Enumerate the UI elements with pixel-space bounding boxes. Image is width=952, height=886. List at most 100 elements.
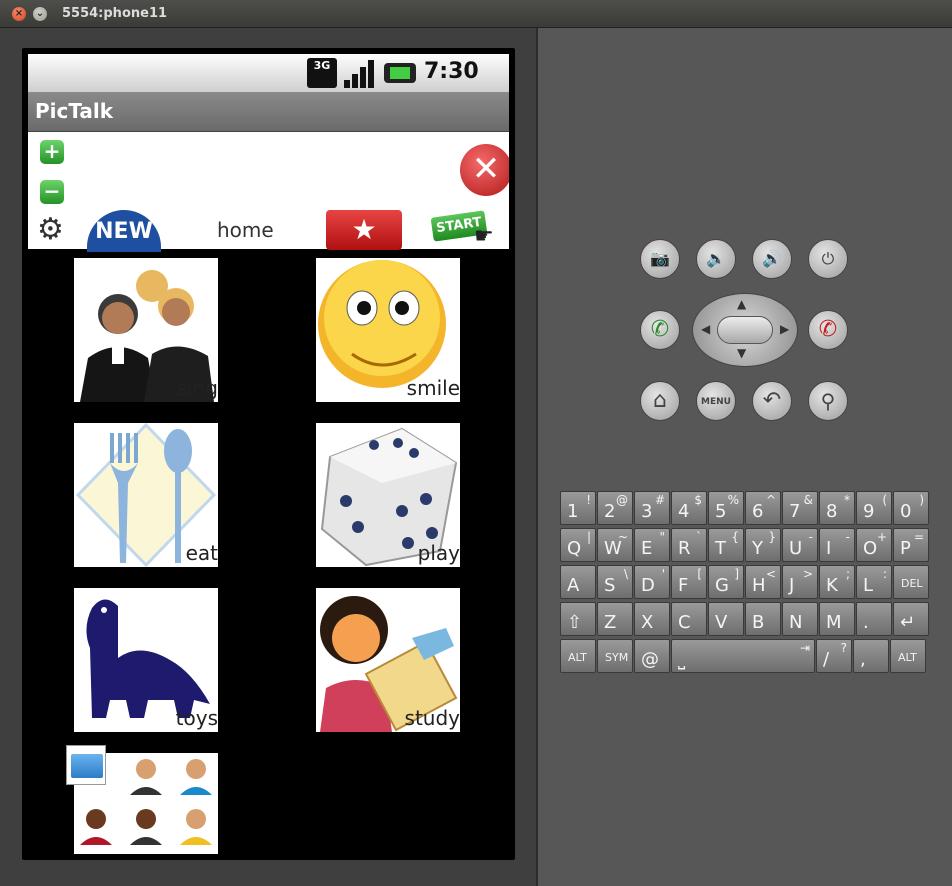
- close-button[interactable]: ✕: [460, 144, 509, 196]
- search-button[interactable]: ⚲: [808, 381, 848, 421]
- favorite-star-button[interactable]: ★: [326, 210, 402, 250]
- key-4-3[interactable]: ⎵ ⇥: [671, 639, 815, 673]
- key-main-label: 5: [715, 501, 727, 522]
- key-main-label: 0: [900, 501, 912, 522]
- volume-up-button[interactable]: 🔊: [752, 239, 792, 279]
- key-4-6[interactable]: ALT: [890, 639, 926, 673]
- camera-button[interactable]: 📷: [640, 239, 680, 279]
- android-status-bar: 3G 7:30 PM: [28, 54, 509, 107]
- tile-play[interactable]: play: [316, 423, 460, 567]
- plus-button[interactable]: +: [40, 140, 64, 164]
- key-2-6[interactable]: J >: [782, 565, 818, 599]
- key-2-3[interactable]: F[: [671, 565, 707, 599]
- new-button[interactable]: NEW: [87, 210, 161, 252]
- volume-down-button[interactable]: 🔈: [696, 239, 736, 279]
- call-button[interactable]: ✆: [640, 310, 680, 350]
- key-2-2[interactable]: D ': [634, 565, 670, 599]
- clock-time: 7:30: [424, 59, 479, 84]
- window-minimize-button[interactable]: ⌄: [33, 7, 47, 21]
- home-button[interactable]: ⌂: [640, 381, 680, 421]
- device-screen[interactable]: 3G 7:30 PM PicTalk + − ✕ ⚙ NEW home ★ ST…: [28, 54, 509, 854]
- window-close-button[interactable]: ×: [12, 7, 26, 21]
- tile-people-folder[interactable]: [66, 745, 218, 854]
- key-alt-label: [: [697, 567, 702, 581]
- key-alt-label: <: [765, 567, 776, 581]
- key-2-9[interactable]: DEL: [893, 565, 929, 599]
- key-0-4[interactable]: 5%: [708, 491, 744, 525]
- tile-eat[interactable]: eat: [74, 423, 218, 567]
- key-main-label: S: [604, 575, 616, 596]
- key-1-3[interactable]: R `: [671, 528, 707, 562]
- key-3-6[interactable]: N: [782, 602, 818, 636]
- app-title-bar: PicTalk: [28, 92, 509, 132]
- key-1-8[interactable]: O +: [856, 528, 892, 562]
- key-main-label: Y: [752, 538, 763, 559]
- dpad-up-arrow[interactable]: ▲: [737, 297, 746, 311]
- dpad-down-arrow[interactable]: ▼: [737, 346, 746, 360]
- menu-button[interactable]: MENU: [696, 381, 736, 421]
- key-main-label: Q: [567, 538, 582, 559]
- key-3-5[interactable]: B: [745, 602, 781, 636]
- key-1-1[interactable]: W ~: [597, 528, 633, 562]
- key-1-6[interactable]: U-: [782, 528, 818, 562]
- key-1-2[interactable]: E ": [634, 528, 670, 562]
- key-0-8[interactable]: 9(: [856, 491, 892, 525]
- key-3-1[interactable]: Z: [597, 602, 633, 636]
- key-0-0[interactable]: 1!: [560, 491, 596, 525]
- dpad-center-button[interactable]: [717, 316, 773, 344]
- key-0-3[interactable]: 4 $: [671, 491, 707, 525]
- key-3-8[interactable]: .: [856, 602, 892, 636]
- key-2-4[interactable]: G]: [708, 565, 744, 599]
- tile-smile[interactable]: smile: [316, 258, 460, 402]
- tile-study[interactable]: study: [316, 588, 460, 732]
- key-0-6[interactable]: 7 &: [782, 491, 818, 525]
- key-4-1[interactable]: SYM: [597, 639, 633, 673]
- window-title: 5554:phone11: [62, 6, 168, 21]
- key-2-7[interactable]: K;: [819, 565, 855, 599]
- power-button[interactable]: ⏻: [808, 239, 848, 279]
- tile-toys[interactable]: toys: [74, 588, 218, 732]
- key-0-2[interactable]: 3 #: [634, 491, 670, 525]
- key-main-label: ⇧: [567, 612, 583, 633]
- minus-button[interactable]: −: [40, 180, 64, 204]
- key-1-5[interactable]: Y}: [745, 528, 781, 562]
- tile-label: toys: [175, 706, 218, 730]
- key-3-9[interactable]: ↵: [893, 602, 929, 636]
- key-1-4[interactable]: T{: [708, 528, 744, 562]
- key-4-2[interactable]: @: [634, 639, 670, 673]
- key-0-9[interactable]: 0): [893, 491, 929, 525]
- key-4-0[interactable]: ALT: [560, 639, 596, 673]
- key-0-7[interactable]: 8 *: [819, 491, 855, 525]
- key-alt-label: ": [659, 530, 665, 544]
- key-3-0[interactable]: ⇧: [560, 602, 596, 636]
- key-alt-label: =: [913, 530, 924, 544]
- key-main-label: 9: [863, 501, 875, 522]
- key-4-4[interactable]: /?: [816, 639, 852, 673]
- key-main-label: J: [789, 575, 795, 596]
- key-0-1[interactable]: 2 @: [597, 491, 633, 525]
- key-main-label: H: [752, 575, 766, 596]
- key-3-7[interactable]: M: [819, 602, 855, 636]
- key-1-0[interactable]: Q |: [560, 528, 596, 562]
- gear-icon[interactable]: ⚙: [37, 215, 67, 245]
- key-2-5[interactable]: H <: [745, 565, 781, 599]
- key-0-5[interactable]: 6 ^: [745, 491, 781, 525]
- key-4-5[interactable]: ,: [853, 639, 889, 673]
- key-1-9[interactable]: P =: [893, 528, 929, 562]
- key-alt-label: +: [876, 530, 887, 544]
- dpad-left-arrow[interactable]: ◀: [701, 322, 710, 336]
- key-2-1[interactable]: S \: [597, 565, 633, 599]
- key-2-0[interactable]: A: [560, 565, 596, 599]
- key-alt-label: %: [727, 493, 739, 507]
- end-call-button[interactable]: ✆: [808, 310, 848, 350]
- key-main-label: X: [641, 612, 654, 633]
- key-3-3[interactable]: C: [671, 602, 707, 636]
- key-3-4[interactable]: V: [708, 602, 744, 636]
- back-button[interactable]: ↶: [752, 381, 792, 421]
- key-main-label: ALT: [898, 651, 917, 664]
- tile-sing[interactable]: sing: [74, 258, 218, 402]
- key-2-8[interactable]: L:: [856, 565, 892, 599]
- key-1-7[interactable]: I-: [819, 528, 855, 562]
- dpad-right-arrow[interactable]: ▶: [780, 322, 789, 336]
- key-3-2[interactable]: X: [634, 602, 670, 636]
